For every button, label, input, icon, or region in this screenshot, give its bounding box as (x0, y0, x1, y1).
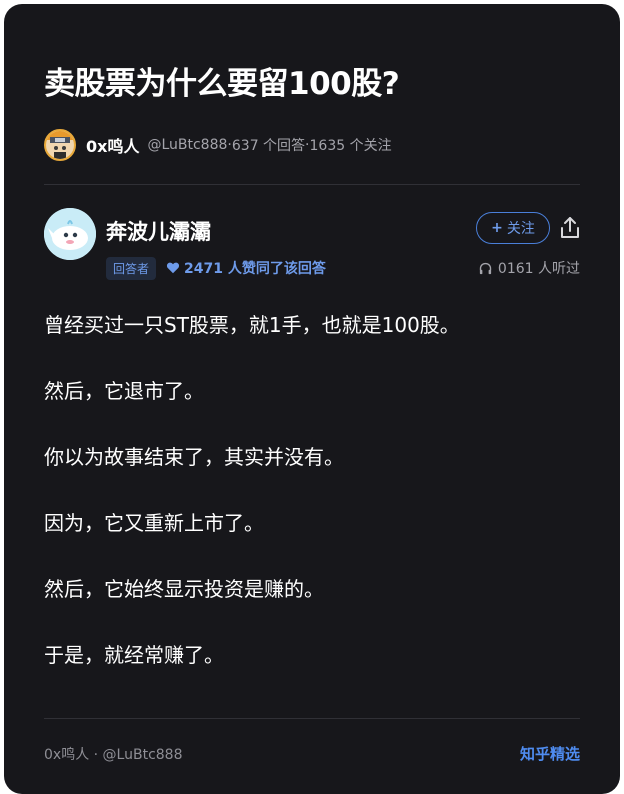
divider (44, 184, 580, 185)
share-icon[interactable] (559, 216, 581, 240)
listen-count: 0161 人听过 (478, 256, 580, 280)
answer-paragraph: 因为，它又重新上市了。 (44, 511, 264, 535)
answer-paragraph: 然后，它始终显示投资是赚的。 (44, 577, 324, 601)
zhihu-brand-link[interactable]: 知乎精选 (520, 743, 580, 764)
whale-avatar-icon (44, 208, 96, 260)
answer-paragraph: 曾经买过一只ST股票，就1手，也就是100股。 (44, 313, 460, 337)
answer-paragraph: 然后，它退市了。 (44, 379, 204, 403)
divider (44, 718, 580, 719)
follow-button[interactable]: + 关注 (476, 212, 550, 244)
answerer-name[interactable]: 奔波儿灞灞 (106, 216, 211, 246)
follow-label: 关注 (506, 221, 535, 237)
role-badge: 回答者 (106, 256, 157, 280)
question-meta: 0x鸣人 @LuBtc888 · 637 个回答 · 1635 个关注 (44, 128, 392, 162)
agree-count[interactable]: 2471 人赞同了该回答 (184, 258, 326, 278)
answer-card: 卖股票为什么要留100股? 0x鸣人 @LuBtc888 · 637 个回答 ·… (4, 4, 620, 794)
answer-stats: 回答者 2471 人赞同了该回答 (106, 256, 326, 280)
answer-count[interactable]: 637 个回答 (232, 135, 305, 155)
asker-handle: @LuBtc888 (147, 137, 228, 153)
follower-count[interactable]: 1635 个关注 (310, 135, 392, 155)
answer-paragraph: 于是，就经常赚了。 (44, 643, 224, 667)
listen-text: 0161 人听过 (497, 261, 580, 277)
asker-avatar[interactable] (44, 129, 76, 161)
heart-icon (166, 262, 180, 274)
answer-paragraph: 你以为故事结束了，其实并没有。 (44, 445, 344, 469)
ninja-avatar-icon (46, 131, 74, 159)
plus-icon: + (491, 220, 503, 236)
answerer-avatar[interactable] (44, 208, 96, 260)
footer-credit: 0x鸣人 · @LuBtc888 (44, 747, 183, 763)
headphone-icon (479, 262, 492, 274)
question-title[interactable]: 卖股票为什么要留100股? (44, 62, 400, 106)
answer-body: 曾经买过一只ST股票，就1手，也就是100股。 然后，它退市了。 你以为故事结束… (44, 310, 584, 706)
asker-name[interactable]: 0x鸣人 (86, 133, 139, 157)
